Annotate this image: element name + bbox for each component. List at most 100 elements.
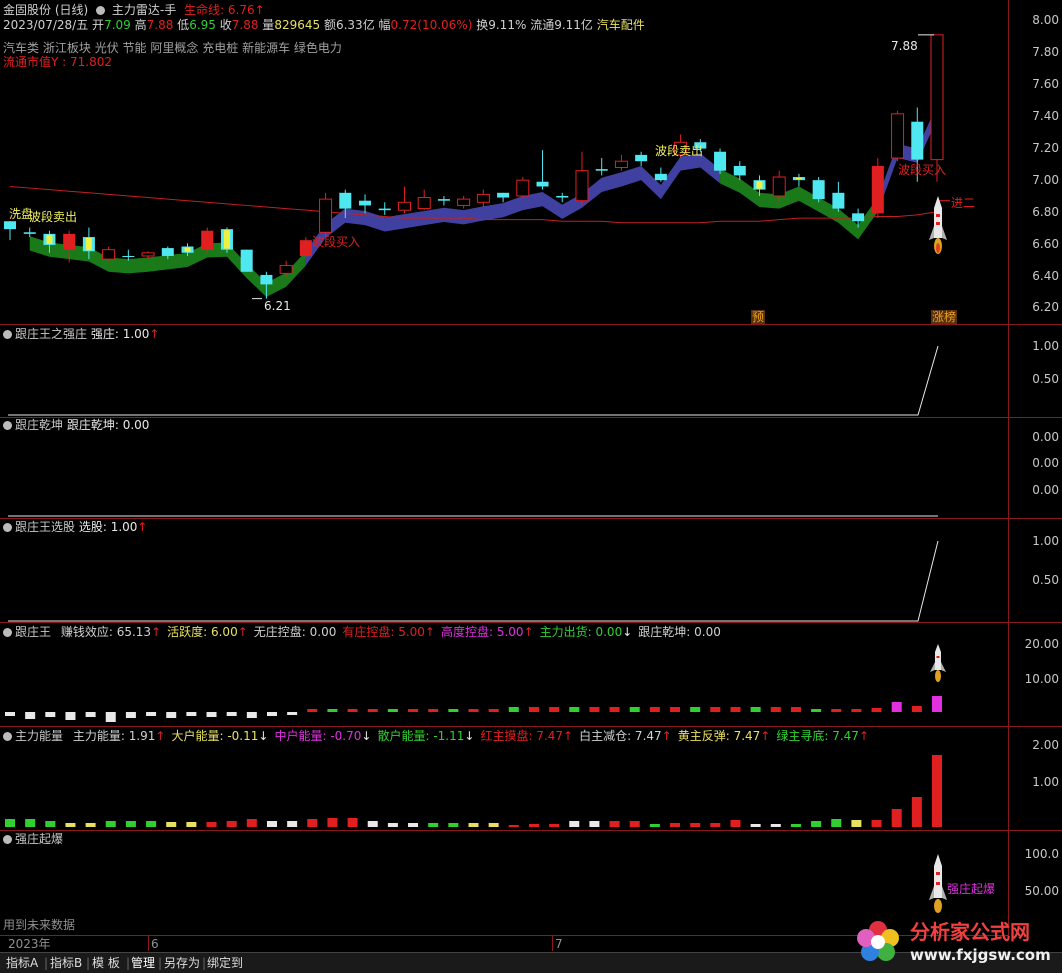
energy-bar — [670, 823, 681, 827]
concept-tag[interactable]: 光伏 — [95, 41, 119, 55]
energy-bar — [367, 709, 378, 712]
tab-indicator-b[interactable]: 指标B — [50, 955, 82, 971]
candle-body — [891, 113, 905, 159]
panel4-y-axis: 20.00 10.00 — [1008, 623, 1062, 727]
y-tick: 6.20 — [1032, 300, 1059, 314]
energy-bar — [690, 707, 701, 712]
energy-bar — [932, 755, 942, 827]
energy-bar — [246, 819, 257, 827]
y-tick: 1.00 — [1032, 534, 1059, 548]
high-price-mark: 7.88 — [891, 39, 918, 53]
energy-bar — [387, 823, 398, 827]
volume-value: 829645 — [274, 18, 321, 32]
concept-tag[interactable]: 汽车类 — [3, 41, 39, 55]
candle-body — [319, 198, 333, 233]
candle-body — [279, 264, 293, 274]
candle-highlight — [795, 178, 802, 180]
energy-bar — [569, 707, 580, 712]
energy-bar — [609, 707, 620, 712]
candle-body — [201, 230, 214, 250]
energy-bar — [710, 823, 721, 827]
sector[interactable]: 汽车配件 — [597, 18, 645, 32]
signal-wave-buy: 波段买入 — [312, 235, 361, 249]
float-value: 9.11亿 — [554, 18, 593, 32]
change-value: 0.72(10.06%) — [390, 18, 473, 32]
energy-bar — [851, 709, 862, 712]
panel5-bars — [5, 755, 942, 827]
manage-button[interactable]: 管理 — [131, 955, 155, 971]
concept-tag[interactable]: 节能 — [123, 41, 147, 55]
signal-zhangting: 涨榜 — [931, 310, 958, 324]
energy-bar — [448, 823, 459, 827]
energy-bar — [105, 712, 116, 722]
concept-tag[interactable]: 阿里概念 — [150, 41, 198, 55]
stock-name[interactable]: 金固股份 — [3, 3, 51, 17]
close-value: 7.88 — [231, 18, 259, 32]
candle-highlight — [46, 234, 53, 244]
indicator-name[interactable]: 主力雷达-手 — [112, 3, 176, 17]
concept-tag[interactable]: 充电桩 — [202, 41, 238, 55]
low-value: 6.95 — [189, 18, 216, 32]
candle-body — [852, 213, 865, 222]
y-tick: 50.00 — [1024, 884, 1059, 898]
energy-bar — [488, 709, 499, 712]
candle-body — [575, 170, 589, 202]
energy-bar — [408, 709, 419, 712]
save-as-button[interactable]: 另存为 — [164, 955, 200, 971]
energy-bar — [408, 823, 419, 827]
candle-body — [299, 240, 312, 256]
energy-bar — [750, 824, 761, 827]
energy-bar — [85, 823, 96, 827]
energy-bar — [811, 821, 822, 827]
panel1-line — [8, 345, 939, 416]
candle-body — [635, 154, 648, 162]
candle-body — [417, 197, 431, 210]
bind-to-button[interactable]: 绑定到 — [207, 955, 243, 971]
y-tick: 6.60 — [1032, 237, 1059, 251]
candle-body — [654, 173, 667, 181]
template-button[interactable]: 模 板 — [92, 955, 120, 971]
candle-body — [911, 121, 924, 160]
candle-body — [930, 34, 944, 161]
period: (日线) — [54, 3, 89, 17]
tab-indicator-a[interactable]: 指标A — [6, 955, 38, 971]
energy-bar — [287, 821, 298, 827]
settings-circle-icon[interactable] — [96, 6, 106, 15]
candle-body — [595, 169, 608, 171]
energy-bar — [347, 709, 358, 712]
energy-bar — [649, 824, 660, 827]
concept-tag[interactable]: 新能源车 — [242, 41, 290, 55]
concept-tag[interactable]: 绿色电力 — [294, 41, 342, 55]
candle-body — [437, 199, 450, 201]
y-tick: 1.00 — [1032, 339, 1059, 353]
panel-name[interactable]: 强庄起爆 — [15, 832, 63, 846]
y-tick: 7.00 — [1032, 173, 1059, 187]
energy-bar — [488, 823, 499, 827]
signal-yu: 预 — [751, 310, 766, 324]
energy-bar — [428, 709, 439, 712]
candle-body — [476, 193, 490, 203]
energy-bar — [790, 824, 801, 827]
energy-bar — [186, 822, 197, 827]
energy-bar — [831, 709, 842, 712]
energy-bar — [891, 702, 902, 712]
energy-bar — [166, 822, 177, 827]
energy-bar — [327, 818, 338, 827]
energy-bar — [528, 707, 539, 712]
energy-bar — [5, 819, 15, 827]
candle-body — [614, 160, 628, 169]
energy-bar — [549, 707, 560, 712]
energy-bar — [448, 709, 459, 712]
y-tick: 7.20 — [1032, 141, 1059, 155]
energy-bar — [569, 821, 580, 827]
settings-circle-icon[interactable] — [3, 835, 12, 844]
energy-bar — [468, 823, 479, 827]
lifeline-label: 生命线 — [184, 3, 221, 17]
energy-bar — [206, 712, 217, 717]
concept-tag[interactable]: 浙江板块 — [43, 41, 91, 55]
energy-bar — [790, 707, 801, 712]
y-tick: 7.60 — [1032, 77, 1059, 91]
time-label: 7 — [555, 937, 563, 951]
energy-bar — [25, 819, 36, 827]
panel6-title: 强庄起爆 — [3, 832, 63, 846]
